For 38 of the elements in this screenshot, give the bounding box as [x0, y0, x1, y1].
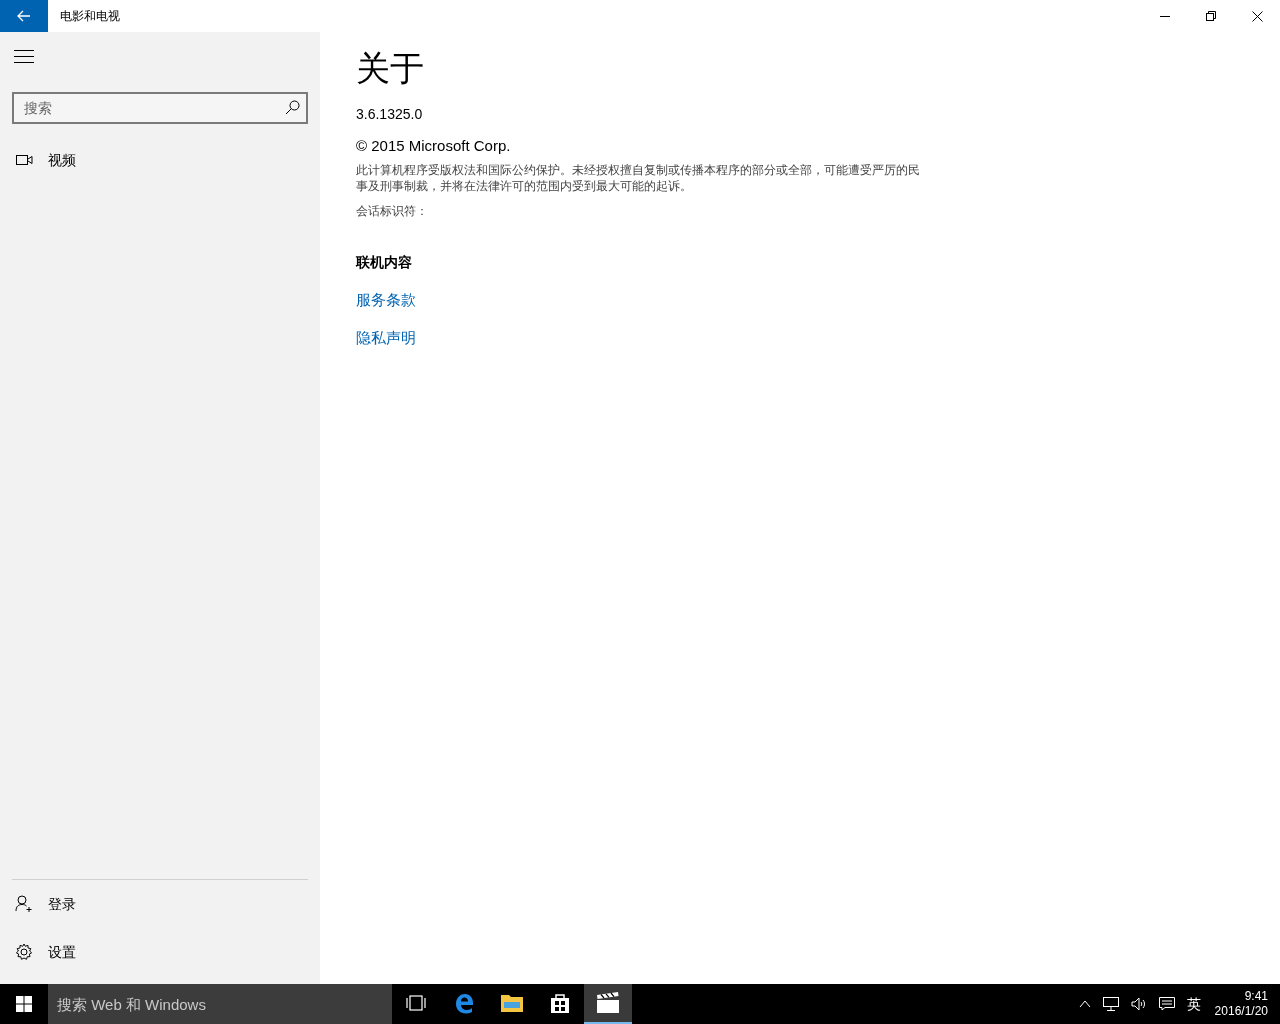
section-heading: 联机内容	[356, 252, 412, 272]
back-button[interactable]	[0, 0, 48, 32]
restore-icon	[1206, 11, 1216, 21]
link[interactable]: 服务条款	[356, 288, 416, 311]
search-field[interactable]: 搜索	[12, 92, 308, 124]
settings-icon	[15, 943, 33, 961]
minimize-icon	[1160, 15, 1170, 17]
task-view-icon	[405, 995, 427, 1011]
nav-item[interactable]: 登录	[0, 880, 320, 928]
person-add-icon	[15, 895, 33, 913]
page-heading: 关于	[356, 48, 424, 89]
network-icon[interactable]	[1102, 997, 1119, 1011]
message-icon[interactable]	[1158, 997, 1175, 1011]
clock-time[interactable]: 9:41	[1244, 989, 1268, 1004]
taskbar-search-field[interactable]: 搜索 Web 和 Windows	[48, 984, 392, 1024]
video-camera-icon	[15, 155, 33, 165]
speaker-icon[interactable]	[1130, 997, 1147, 1011]
version-text: 3.6.1325.0	[356, 105, 423, 124]
close-icon	[1251, 10, 1263, 22]
clock-date[interactable]: 2016/1/20	[1214, 1004, 1268, 1019]
input-method-indicator[interactable]: 英	[1186, 993, 1201, 1015]
chevron-up-icon[interactable]	[1078, 1000, 1091, 1008]
back-arrow-icon	[17, 10, 31, 22]
windows-logo-icon	[16, 996, 32, 1012]
taskbar-app-button[interactable]	[584, 984, 632, 1024]
folder-icon	[500, 993, 524, 1013]
nav-item[interactable]: 视频	[0, 136, 320, 184]
search-icon	[285, 100, 300, 115]
browser-e-icon	[453, 992, 475, 1014]
clapperboard-icon	[596, 992, 620, 1014]
session-id-label: 会话标识符：	[356, 202, 428, 220]
link[interactable]: 隐私声明	[356, 327, 416, 350]
window-title: 电影和电视	[60, 8, 120, 25]
nav-item[interactable]: 设置	[0, 928, 320, 976]
menu-icon	[14, 49, 34, 63]
legal-text: 此计算机程序受版权法和国际公约保护。未经授权擅自复制或传播本程序的部分或全部，可能遭受严厉的民事及刑事制裁，并将在法律许可的范围内受到最大可能的起诉。	[356, 161, 921, 194]
shopping-bag-icon	[549, 992, 571, 1014]
copyright-text: © 2015 Microsoft Corp.	[356, 136, 511, 156]
